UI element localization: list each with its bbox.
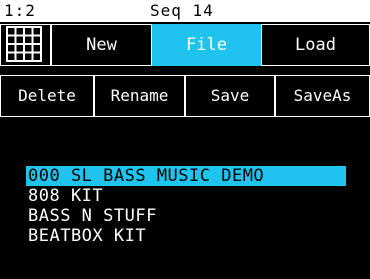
list-item[interactable]: 808 KIT [26, 186, 356, 206]
save-button[interactable]: Save [185, 75, 275, 117]
sequence-title: Seq 14 [150, 1, 214, 20]
grid-view-button[interactable] [0, 24, 51, 66]
list-item[interactable]: 000 SL BASS MUSIC DEMO [26, 166, 346, 186]
load-button[interactable]: Load [261, 24, 370, 66]
file-list: 000 SL BASS MUSIC DEMO 808 KIT BASS N ST… [26, 166, 356, 246]
list-item[interactable]: BEATBOX KIT [26, 226, 356, 246]
device-screen: 1:2 Seq 14 New File Load Delete Rename S… [0, 0, 370, 279]
grid-icon [6, 26, 42, 62]
save-as-button[interactable]: SaveAs [275, 75, 370, 117]
header-bar: 1:2 Seq 14 [0, 0, 370, 22]
delete-button[interactable]: Delete [0, 75, 94, 117]
track-label: 1:2 [4, 1, 36, 20]
file-button[interactable]: File [152, 24, 261, 66]
new-button[interactable]: New [51, 24, 152, 66]
list-item[interactable]: BASS N STUFF [26, 206, 356, 226]
rename-button[interactable]: Rename [94, 75, 185, 117]
